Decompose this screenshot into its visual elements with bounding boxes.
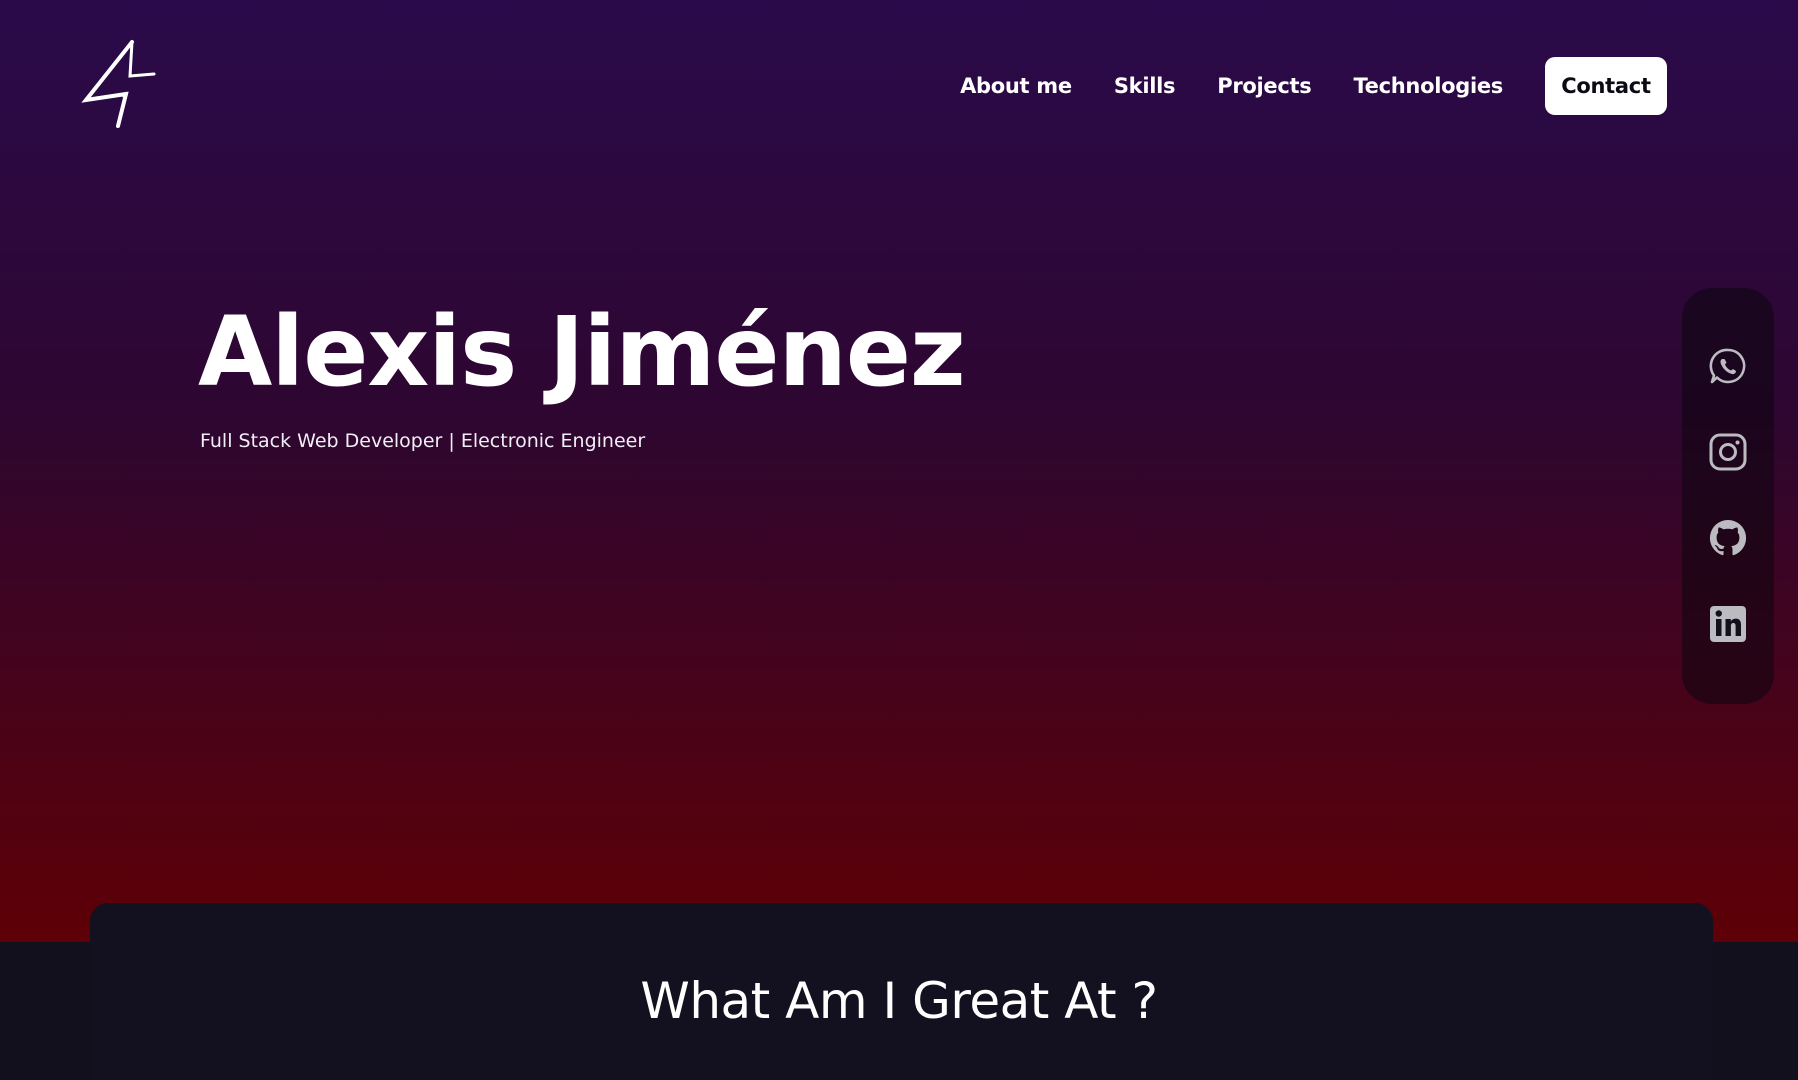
hero-subtitle: Full Stack Web Developer | Electronic En… <box>200 430 646 452</box>
github-link[interactable] <box>1706 516 1750 560</box>
nav-technologies[interactable]: Technologies <box>1353 74 1503 98</box>
instagram-link[interactable] <box>1706 430 1750 474</box>
hero-background-rings <box>0 0 1798 942</box>
skills-section-title: What Am I Great At ? <box>640 972 1158 1030</box>
social-sidebar <box>1682 288 1774 704</box>
page: About me Skills Projects Technologies Co… <box>0 0 1798 1080</box>
hero-name: Alexis Jiménez <box>198 296 966 408</box>
hero-section: About me Skills Projects Technologies Co… <box>0 0 1798 942</box>
nav-about-me[interactable]: About me <box>960 74 1072 98</box>
logo-icon[interactable] <box>80 38 156 130</box>
nav-projects[interactable]: Projects <box>1217 74 1312 98</box>
whatsapp-icon <box>1709 348 1746 384</box>
nav-skills[interactable]: Skills <box>1114 74 1176 98</box>
linkedin-link[interactable] <box>1706 602 1750 646</box>
linkedin-icon <box>1710 606 1746 642</box>
contact-button[interactable]: Contact <box>1545 57 1667 115</box>
main-nav: About me Skills Projects Technologies Co… <box>960 57 1667 115</box>
whatsapp-link[interactable] <box>1706 344 1750 388</box>
instagram-icon <box>1709 433 1747 471</box>
github-icon <box>1709 519 1747 556</box>
